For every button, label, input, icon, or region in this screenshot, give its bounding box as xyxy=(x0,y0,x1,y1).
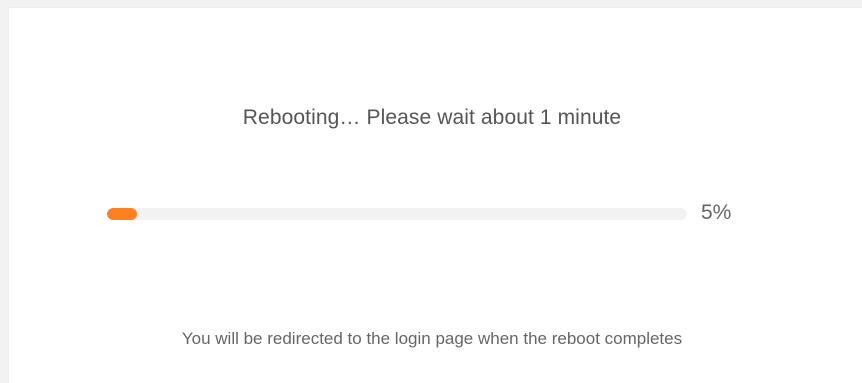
reboot-status-message: Rebooting… Please wait about 1 minute xyxy=(242,106,622,129)
reboot-progress-fill xyxy=(107,208,137,220)
reboot-progress-bar xyxy=(107,208,687,220)
reboot-dialog: Rebooting… Please wait about 1 minute 5%… xyxy=(8,7,862,383)
redirect-note: You will be redirected to the login page… xyxy=(181,329,683,348)
reboot-screen: Rebooting… Please wait about 1 minute 5%… xyxy=(0,0,862,383)
reboot-progress-percent: 5% xyxy=(701,201,732,224)
